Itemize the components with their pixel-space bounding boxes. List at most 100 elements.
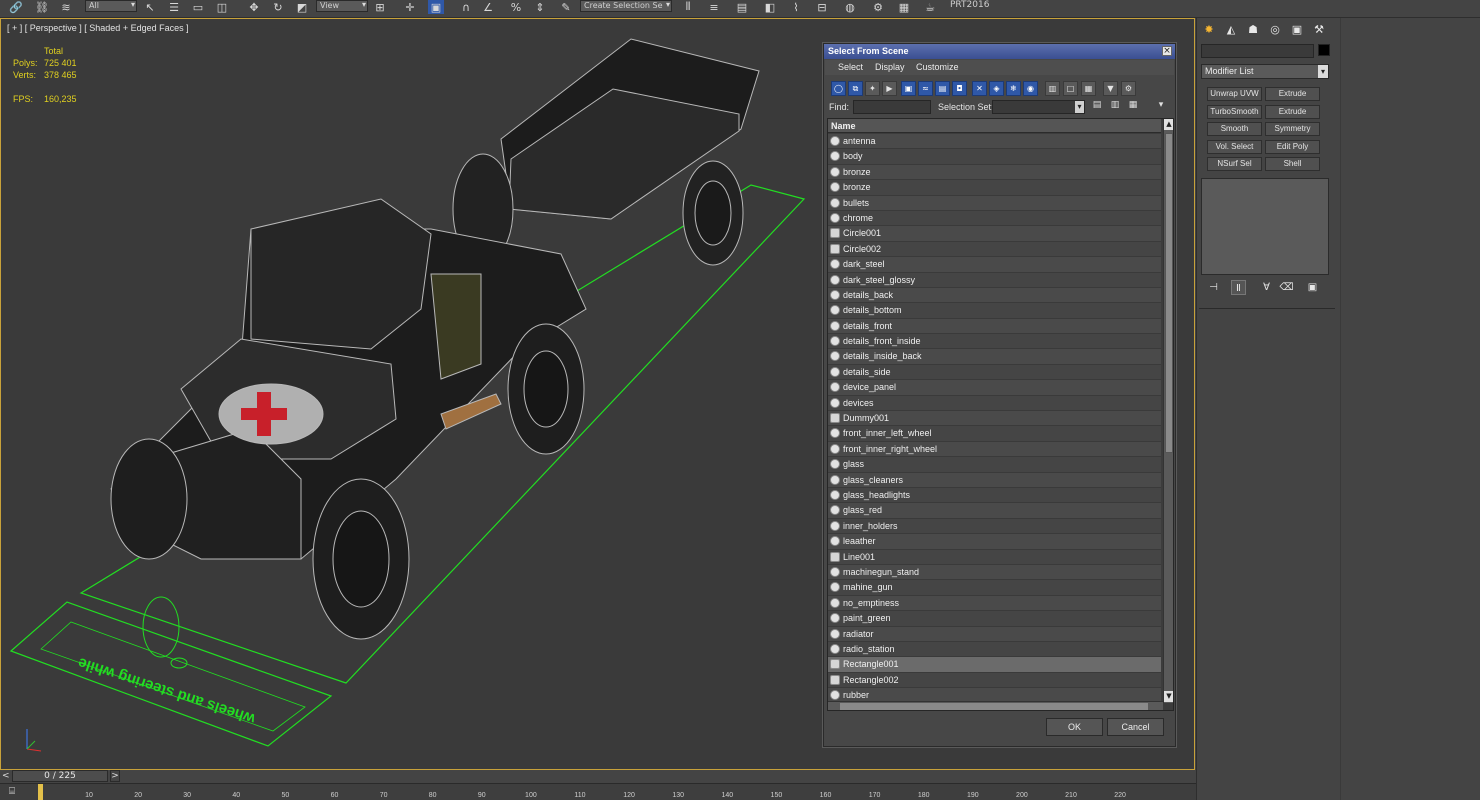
reference-coordinate-combo[interactable]: View [316,0,368,12]
window-crossing-icon[interactable]: ◫ [214,0,230,14]
current-frame-marker[interactable] [38,784,43,800]
pivot-center-icon[interactable]: ⊞ [372,0,388,14]
cameras-filter-icon[interactable]: ▶ [882,81,897,96]
shell-button[interactable]: Shell [1265,157,1320,171]
horizontal-scroll-thumb[interactable] [840,703,1148,710]
hierarchy-tab-icon[interactable]: ☗ [1245,22,1261,38]
close-icon[interactable]: × [1162,46,1172,56]
list-item[interactable]: leaather [828,534,1161,550]
groups-filter-icon[interactable]: ▤ [935,81,950,96]
modifier-stack[interactable] [1201,178,1329,275]
list-item[interactable]: Circle002 [828,241,1161,258]
curve-editor-icon[interactable]: ⌇ [788,0,804,14]
unwrap-uvw-button[interactable]: Unwrap UVW [1207,87,1262,101]
link-icon[interactable]: 🔗 [8,0,24,14]
list-item[interactable]: radio_station [828,641,1161,658]
list-item[interactable]: front_inner_right_wheel [828,441,1161,458]
mini-curve-editor-icon[interactable]: ⌸ [4,786,20,798]
list-item[interactable]: details_inside_back [828,349,1161,365]
extrude-button-2[interactable]: Extrude [1265,105,1320,119]
named-selection-set-combo[interactable]: Create Selection Se [580,0,672,12]
list-item[interactable]: glass_headlights [828,487,1161,504]
invert-display-icon[interactable]: ▦ [1081,81,1096,96]
display-all-icon[interactable]: ▥ [1045,81,1060,96]
selection-set-combo[interactable] [992,100,1085,114]
object-color-swatch[interactable] [1318,44,1330,56]
list-item[interactable]: details_side [828,364,1161,381]
align-icon[interactable]: ≡ [706,0,722,14]
list-item[interactable]: dark_steel_glossy [828,272,1161,288]
list-item[interactable]: chrome [828,210,1161,227]
bones-filter-icon[interactable]: ✕ [972,81,987,96]
list-item[interactable]: details_back [828,287,1161,304]
column-header-name[interactable]: Name [828,119,1161,133]
menu-select[interactable]: Select [838,62,863,72]
remove-from-selection-set-icon[interactable]: ▦ [1127,100,1139,113]
list-item[interactable]: bullets [828,195,1161,211]
helpers-filter-icon[interactable]: ▣ [901,81,916,96]
modify-tab-icon[interactable]: ◭ [1223,22,1239,38]
add-to-selection-set-icon[interactable]: ▥ [1109,100,1121,113]
helper-circle[interactable] [142,596,180,658]
shapes-filter-icon[interactable]: ⧉ [848,81,863,96]
modifier-list-combo[interactable]: Modifier List [1201,64,1329,79]
list-item[interactable]: no_emptiness [828,595,1161,612]
create-selection-set-icon[interactable]: ▤ [1091,100,1103,113]
render-production-icon[interactable]: ☕ [922,0,938,14]
menu-customize[interactable]: Customize [916,62,959,72]
list-item[interactable]: details_front_inside [828,334,1161,350]
schematic-view-icon[interactable]: ⊟ [814,0,830,14]
space-warps-filter-icon[interactable]: ≈ [918,81,933,96]
vol-select-button[interactable]: Vol. Select [1207,140,1262,154]
options-dropdown-icon[interactable]: ▾ [1155,100,1167,113]
rendered-frame-window-icon[interactable]: ▦ [896,0,912,14]
symmetry-button[interactable]: Symmetry [1265,122,1320,136]
list-item[interactable]: antenna [828,134,1161,150]
select-by-name-icon[interactable]: ☰ [166,0,182,14]
list-item[interactable]: dark_steel [828,257,1161,273]
list-item[interactable]: paint_green [828,611,1161,627]
list-item[interactable]: Rectangle002 [828,672,1161,689]
keyboard-shortcut-override-icon[interactable]: ▣ [428,0,444,14]
scroll-down-icon[interactable]: ▼ [1164,691,1173,702]
snaps-toggle-icon[interactable]: ∩ [458,0,474,14]
angle-snap-icon[interactable]: ∠ [480,0,496,14]
list-item[interactable]: bronze [828,180,1161,196]
list-item[interactable]: machinegun_stand [828,564,1161,581]
vertical-scrollbar[interactable]: ▲ ▼ [1163,119,1173,703]
list-item[interactable]: front_inner_left_wheel [828,426,1161,442]
time-slider[interactable]: 0 / 225 [12,770,108,782]
selection-filter-combo[interactable]: All [85,0,137,12]
make-unique-icon[interactable]: ∀ [1259,280,1274,295]
list-item[interactable]: Dummy001 [828,411,1161,427]
select-scale-icon[interactable]: ◩ [294,0,310,14]
edit-poly-button[interactable]: Edit Poly [1265,140,1320,154]
unlink-icon[interactable]: ⛓ [34,0,50,14]
percent-snap-icon[interactable]: % [508,0,524,14]
filter-funnel-icon[interactable]: ▼ [1103,81,1118,96]
lights-filter-icon[interactable]: ✦ [865,81,880,96]
show-end-result-icon[interactable]: Ⅱ [1231,280,1246,295]
select-rotate-icon[interactable]: ↻ [270,0,286,14]
bind-space-warp-icon[interactable]: ≋ [58,0,74,14]
list-item[interactable]: glass_red [828,503,1161,519]
list-item[interactable]: details_front [828,318,1161,335]
turbosmooth-button[interactable]: TurboSmooth [1207,105,1262,119]
list-item[interactable]: glass_cleaners [828,472,1161,488]
list-item[interactable]: Line001 [828,549,1161,565]
list-item[interactable]: devices [828,395,1161,412]
display-none-icon[interactable]: □ [1063,81,1078,96]
configure-modifier-sets-icon[interactable]: ▣ [1305,280,1320,295]
filter-settings-icon[interactable]: ⚙ [1121,81,1136,96]
previous-frame-icon[interactable]: < [2,771,10,781]
scroll-up-icon[interactable]: ▲ [1164,119,1173,130]
horizontal-scrollbar[interactable] [828,701,1163,710]
frozen-filter-icon[interactable]: ❄ [1006,81,1021,96]
mirror-icon[interactable]: ⫴ [680,0,696,14]
track-bar[interactable]: ⌸ 10 20 30 40 50 60 70 80 90 100 110 120 130 140 150 16… [0,783,1196,800]
viewport-label[interactable]: [ + ] [ Perspective ] [ Shaded + Edged F… [7,23,189,33]
next-frame-icon[interactable]: > [110,770,120,782]
list-item[interactable]: glass [828,457,1161,473]
find-input[interactable] [853,100,931,114]
create-tab-icon[interactable]: ✸ [1201,22,1217,38]
